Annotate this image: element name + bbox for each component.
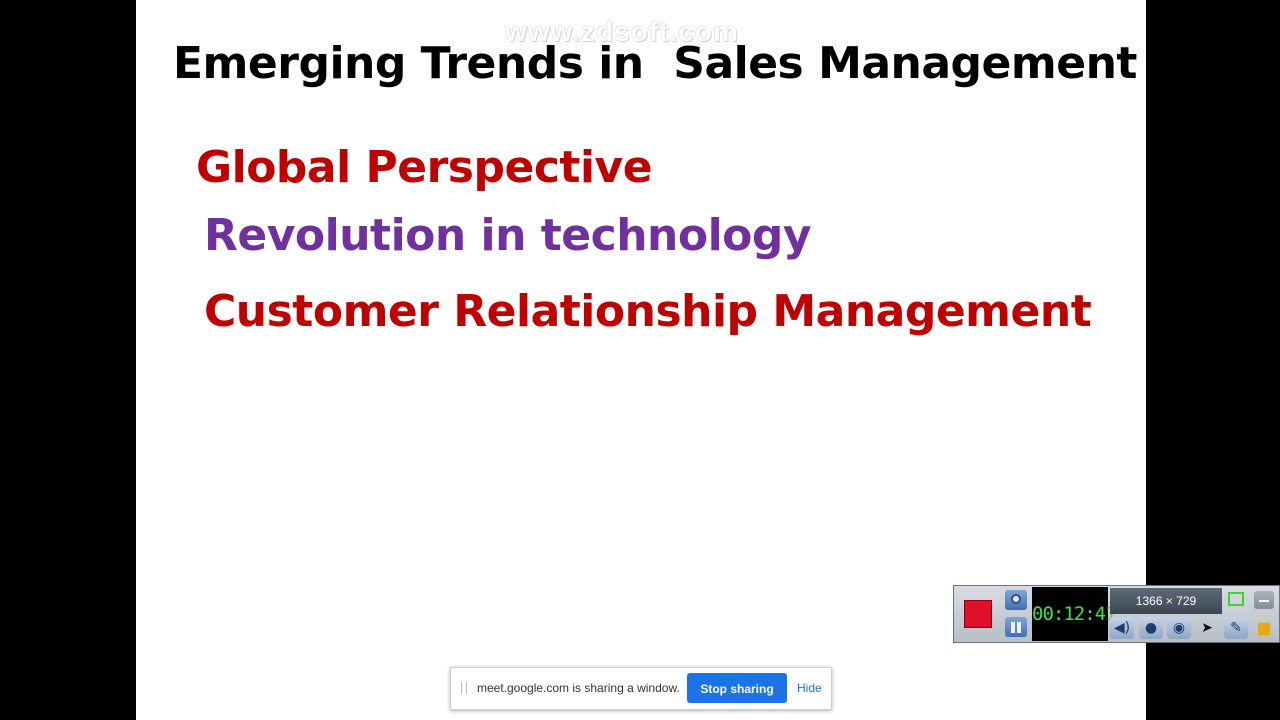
speaker-icon[interactable]: ◀) (1110, 617, 1134, 639)
microphone-icon[interactable]: ● (1139, 617, 1163, 639)
screen-sharing-banner: meet.google.com is sharing a window. Sto… (450, 667, 832, 710)
pen-icon[interactable]: ✎ (1224, 617, 1248, 639)
recording-dimensions: 1366 × 729 (1110, 588, 1222, 614)
bullet-revolution-in-technology: Revolution in technology (204, 210, 812, 261)
cursor-icon[interactable]: ➤ (1195, 617, 1219, 639)
camera-icon[interactable] (1005, 590, 1027, 610)
recording-timer: 00:12:41 (1032, 587, 1117, 641)
stop-sharing-button[interactable]: Stop sharing (687, 673, 787, 703)
record-stop-button[interactable] (964, 600, 992, 628)
slide-title: Emerging Trends in Sales Management (173, 38, 1137, 89)
bullet-global-perspective: Global Perspective (196, 142, 653, 193)
pause-icon[interactable] (1005, 617, 1027, 637)
drag-handle-icon[interactable] (461, 682, 467, 694)
bullet-customer-relationship-management: Customer Relationship Management (204, 286, 1092, 337)
screen-recorder-toolbar: 00:12:41 1366 × 729 ◀) ● ◉ ➤ ✎ ■ (953, 585, 1280, 643)
hide-button[interactable]: Hide (797, 681, 822, 695)
square-icon[interactable] (1228, 592, 1244, 606)
webcam-icon[interactable]: ◉ (1167, 617, 1191, 639)
minimize-icon[interactable] (1254, 591, 1274, 609)
sharing-message: meet.google.com is sharing a window. (477, 681, 680, 695)
folder-icon[interactable]: ■ (1252, 617, 1276, 639)
